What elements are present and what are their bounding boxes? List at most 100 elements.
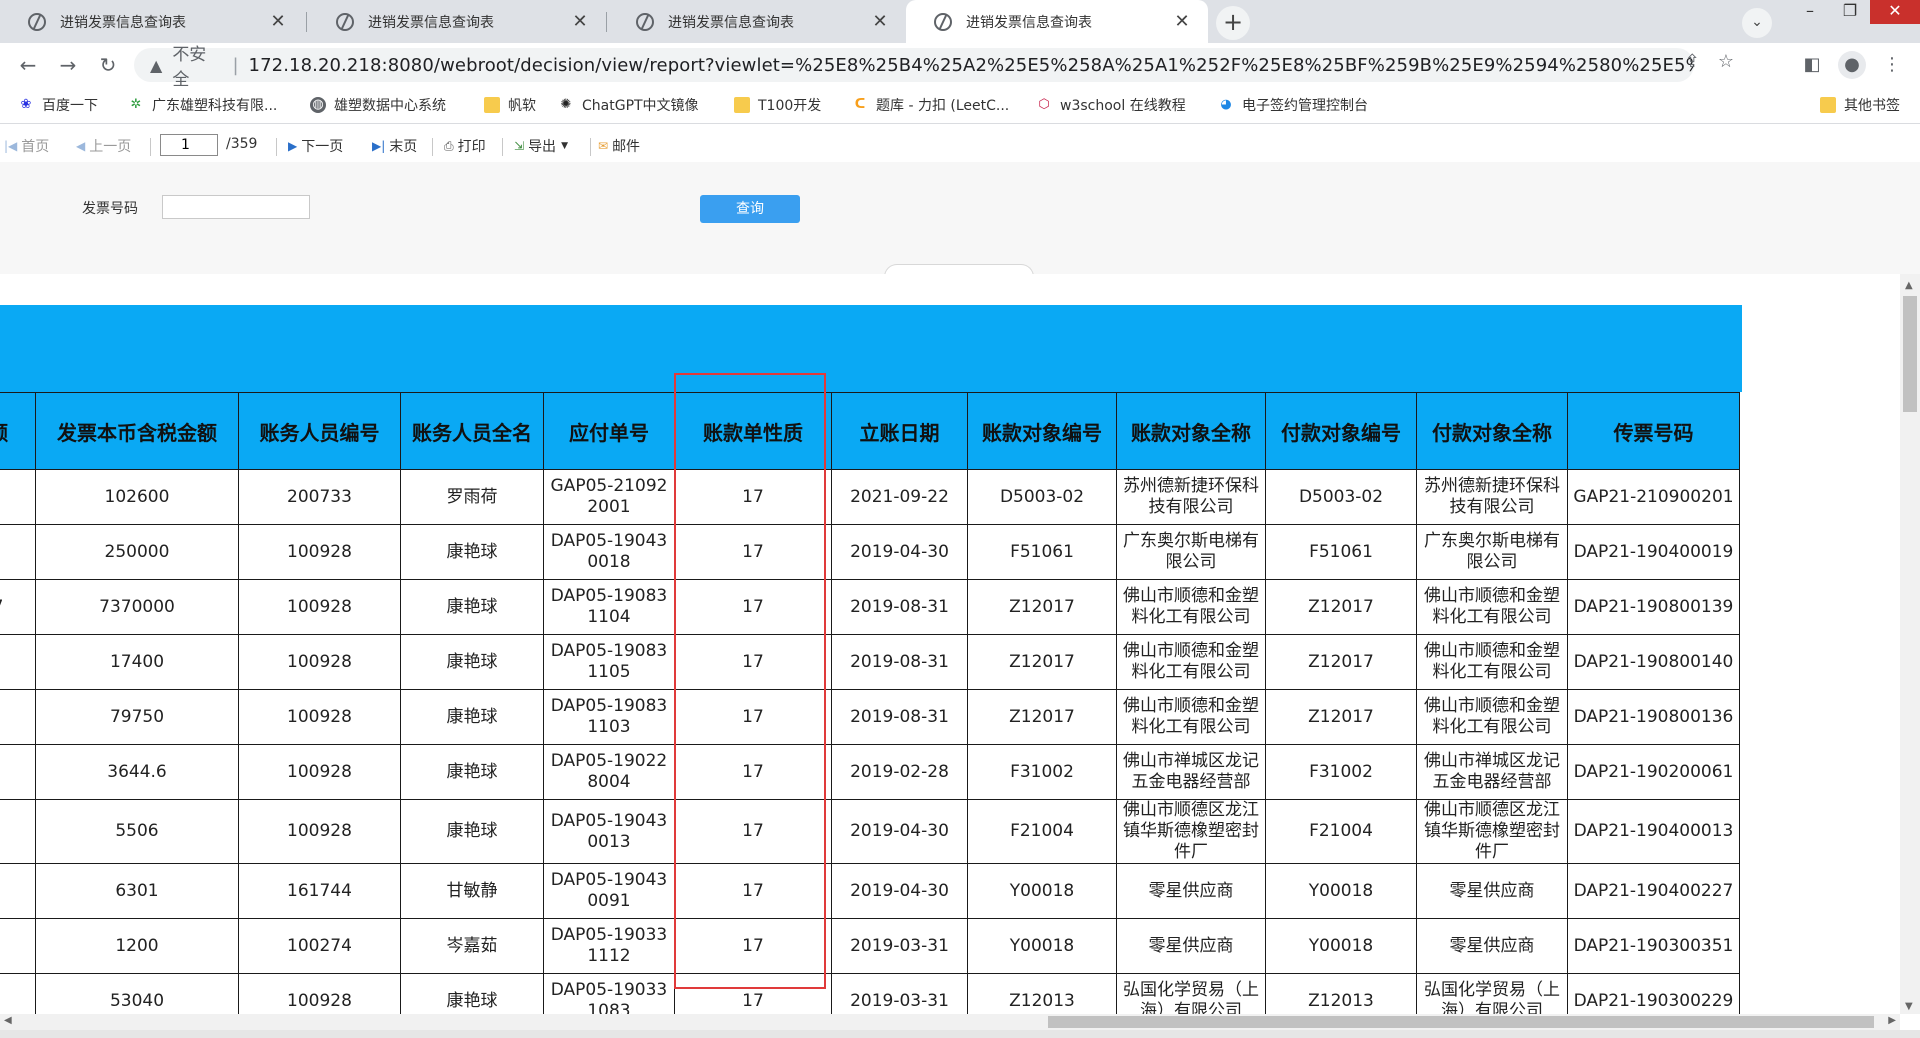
last-page-button[interactable]: ▶| 末页 [372,136,417,156]
table-cell: 佛山市禅城区龙记五金电器经营部 [1416,744,1568,800]
warning-triangle-icon[interactable]: ▲ [150,56,162,75]
reload-icon[interactable]: ↻ [94,51,122,79]
table-cell: GAP21-210900201 [1567,469,1740,525]
table-cell: Y00018 [1265,863,1417,919]
bookmark-chatgpt[interactable]: ✺ ChatGPT中文镜像 [558,95,699,115]
bookmark-data-center[interactable]: ◍ 雄塑数据中心系统 [310,95,446,115]
table-cell: 康艳球 [400,634,544,690]
bookmark-other[interactable]: 其他书签 [1820,95,1900,115]
table-cell [0,634,36,690]
scroll-down-arrow-icon[interactable]: ▼ [1905,1001,1913,1012]
tab-close-icon[interactable]: ✕ [266,11,290,32]
scroll-right-arrow-icon[interactable]: ▶ [1888,1015,1896,1026]
browser-tab-2[interactable]: 进销发票信息查询表 ✕ [308,0,606,43]
table-cell: 53040 [35,973,239,1014]
url-text[interactable]: 172.18.20.218:8080/webroot/decision/view… [249,55,1694,76]
table-cell: 康艳球 [400,579,544,635]
page-number-input[interactable] [160,134,218,156]
tab-title: 进销发票信息查询表 [668,14,794,31]
column-header: 账款对象全称 [1116,392,1266,470]
table-row: 77370000100928康艳球DAP05-190831104172019-0… [0,579,1740,635]
table-cell: 2019-08-31 [831,689,968,745]
prev-page-button[interactable]: ◀ 上一页 [76,136,131,156]
forward-arrow-icon[interactable]: → [54,51,82,79]
toolbar-divider [276,138,277,156]
tab-close-icon[interactable]: ✕ [1170,11,1194,32]
tab-close-icon[interactable]: ✕ [568,11,592,32]
table-cell: 2019-04-30 [831,863,968,919]
table-cell: Z12017 [967,634,1117,690]
table-cell: 100928 [238,579,401,635]
table-cell: 康艳球 [400,744,544,800]
table-header-row: 额发票本币含税金额账务人员编号账务人员全名应付单号账款单性质立账日期账款对象编号… [0,392,1740,470]
toolbar-divider [432,138,433,156]
table-cell: 广东奥尔斯电梯有限公司 [1416,524,1568,580]
table-cell: DAP21-190800140 [1567,634,1740,690]
browser-tab-1[interactable]: 进销发票信息查询表 ✕ [0,0,304,43]
column-header: 发票本币含税金额 [35,392,239,470]
mail-button[interactable]: ✉ 邮件 [598,136,640,156]
table-cell [0,799,36,864]
table-cell [0,863,36,919]
bookmark-xiongsu-tech[interactable]: ✲ 广东雄塑科技有限... [128,95,278,115]
bookmark-fanruan[interactable]: 帆软 [484,95,536,115]
side-panel-icon[interactable]: ◧ [1798,51,1826,79]
new-tab-button[interactable]: + [1216,6,1250,40]
bookmark-star-icon[interactable]: ☆ [1718,51,1734,72]
table-cell: 2019-08-31 [831,579,968,635]
horizontal-scrollbar[interactable]: ◀ ▶ [0,1014,1900,1030]
table-cell: DAP05-190331083 [543,973,675,1014]
table-cell: 102600 [35,469,239,525]
bookmark-t100[interactable]: T100开发 [734,95,821,115]
tab-search-chevron-icon[interactable]: ⌄ [1742,8,1772,38]
column-header: 付款对象编号 [1265,392,1417,470]
browser-tab-4-active[interactable]: 进销发票信息查询表 ✕ [906,0,1208,43]
column-header: 账务人员编号 [238,392,401,470]
bookmark-label: ChatGPT中文镜像 [582,98,699,114]
address-bar[interactable]: ▲ 不安全 | 172.18.20.218:8080/webroot/decis… [134,45,1694,90]
vertical-scrollbar[interactable]: ▲ ▼ [1900,274,1920,1014]
table-cell: F51061 [967,524,1117,580]
table-cell: DAP05-190430013 [543,799,675,864]
table-cell: D5003-02 [1265,469,1417,525]
folder-icon [484,97,500,113]
export-dropdown[interactable]: ⇲ 导出 ▼ [514,136,568,156]
window-close-icon[interactable]: ✕ [1870,0,1920,24]
table-cell: 佛山市顺德和金塑料化工有限公司 [1116,689,1266,745]
minimize-icon[interactable]: – [1790,0,1830,24]
table-cell [0,744,36,800]
bookmark-esign[interactable]: ◕ 电子签约管理控制台 [1218,95,1368,115]
invoice-number-input[interactable] [162,195,310,219]
highlight-annotation-box [674,373,826,989]
horizontal-scroll-thumb[interactable] [1048,1016,1874,1028]
tab-close-icon[interactable]: ✕ [868,11,892,32]
print-button[interactable]: ⎙ 打印 [444,136,486,156]
first-page-button[interactable]: |◀ 首页 [4,136,49,156]
table-cell: DAP21-190300229 [1567,973,1740,1014]
insecure-label[interactable]: 不安全 [172,40,222,90]
vertical-scroll-thumb[interactable] [1903,296,1917,412]
back-arrow-icon[interactable]: ← [14,51,42,79]
table-row: 3644.6 100928 康艳球 DAP05-190228004 17 2019-02-… [0,744,1740,800]
table-cell: Z12017 [1265,689,1417,745]
column-header: 额 [0,392,36,470]
table-cell: 康艳球 [400,689,544,745]
share-icon[interactable]: ⇪ [1685,51,1700,72]
table-cell: DAP21-190400013 [1567,799,1740,864]
table-cell: 2019-03-31 [831,918,968,974]
bookmark-leetcode[interactable]: ᑕ 题库 - 力扣 (LeetC... [852,95,1010,115]
bookmark-w3school[interactable]: ⬡ w3school 在线教程 [1036,95,1185,115]
total-pages: /359 [226,136,258,152]
menu-kebab-icon[interactable]: ⋮ [1878,51,1906,79]
profile-avatar-icon[interactable]: ● [1838,51,1866,79]
table-body: 102600 200733 罗雨荷 GAP05-210922001 17 2021-09-… [0,469,1740,1014]
scroll-left-arrow-icon[interactable]: ◀ [4,1015,12,1026]
table-cell: 79750 [35,689,239,745]
restore-icon[interactable]: ❐ [1830,0,1870,24]
browser-tab-3[interactable]: 进销发票信息查询表 ✕ [608,0,906,43]
bookmark-baidu[interactable]: ❀ 百度一下 [18,95,98,115]
query-button[interactable]: 查询 [700,195,800,223]
table-cell: DAP21-190800139 [1567,579,1740,635]
next-page-button[interactable]: ▶ 下一页 [288,136,343,156]
scroll-up-arrow-icon[interactable]: ▲ [1905,280,1913,291]
